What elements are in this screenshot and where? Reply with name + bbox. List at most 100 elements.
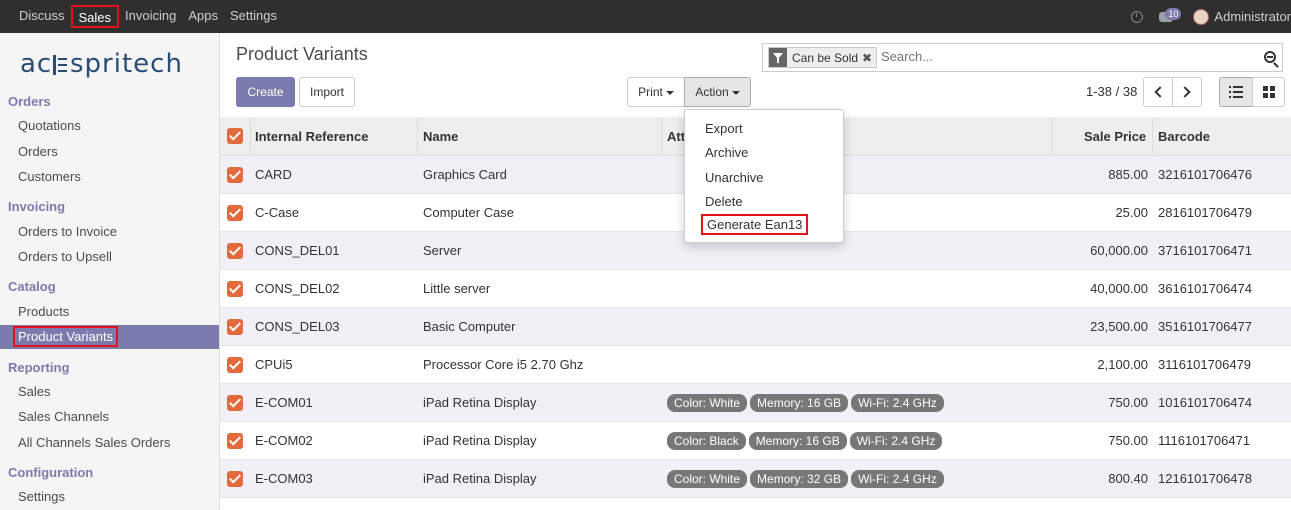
attribute-tag: Color: White [667, 470, 748, 488]
row-checkbox[interactable] [227, 205, 243, 221]
cell-sale-price: 23,500.00 [1090, 319, 1148, 334]
search-facet: Can be Sold ✖ [768, 47, 878, 68]
attribute-tag: Memory: 32 GB [750, 470, 849, 488]
menu-orders-to-upsell[interactable]: Orders to Upsell [18, 249, 112, 264]
create-button[interactable]: Create [236, 77, 295, 107]
column-name[interactable]: Name [423, 129, 458, 144]
row-checkbox[interactable] [227, 433, 243, 449]
attribute-tag: Color: White [667, 394, 748, 412]
cell-internal-reference: C-Case [255, 205, 300, 220]
top-navbar: Discuss Sales Invoicing Apps Settings 10… [0, 0, 1291, 33]
company-logo: ac spritech [20, 45, 200, 79]
table-row[interactable]: E-COM02 iPad Retina Display 750.00 11161017… [220, 422, 1291, 460]
facet-remove-icon[interactable]: ✖ [862, 51, 876, 65]
column-attributes[interactable]: Att [667, 129, 685, 144]
user-menu[interactable]: Administrator [1214, 9, 1291, 24]
attribute-tag: Wi-Fi: 2.4 GHz [851, 394, 944, 412]
cell-attributes: Color: Black Memory: 16 GB Wi-Fi: 2.4 GHz [667, 432, 945, 450]
menu-settings[interactable]: Settings [18, 489, 65, 504]
chat-icon[interactable]: 10 [1159, 7, 1182, 22]
chevron-right-icon [1179, 86, 1191, 98]
cell-barcode: 2816101706479 [1158, 205, 1252, 220]
cell-barcode: 3216101706476 [1158, 167, 1252, 182]
pager-next-button[interactable] [1172, 77, 1202, 107]
menu-orders-to-invoice[interactable]: Orders to Invoice [18, 224, 117, 239]
row-checkbox[interactable] [227, 167, 243, 183]
cell-name: Basic Computer [423, 319, 516, 334]
filter-icon [769, 48, 787, 67]
cell-name: Server [423, 243, 462, 258]
caret-down-icon [665, 90, 674, 95]
row-checkbox[interactable] [227, 357, 243, 373]
table-row[interactable]: CPUi5 Processor Core i5 2.70 Ghz 2,100.00 3… [220, 346, 1291, 384]
sidebar: ac spritech Orders Quotations Orders Cus… [0, 33, 220, 510]
action-delete[interactable]: Delete [705, 194, 743, 209]
list-view-button[interactable] [1219, 77, 1253, 107]
column-divider [250, 117, 251, 156]
menu-section-catalog: Catalog [8, 279, 56, 294]
action-unarchive[interactable]: Unarchive [705, 170, 764, 185]
cell-name: Graphics Card [423, 167, 507, 182]
action-generate-ean13[interactable]: Generate Ean13 [701, 214, 809, 235]
row-checkbox[interactable] [227, 471, 243, 487]
row-checkbox[interactable] [227, 319, 243, 335]
grid-icon [1262, 86, 1275, 98]
pager-previous-button[interactable] [1143, 77, 1173, 107]
attribute-tag: Color: Black [667, 432, 746, 450]
cell-name: iPad Retina Display [423, 433, 537, 448]
column-internal-reference[interactable]: Internal Reference [255, 129, 368, 144]
column-divider [1152, 117, 1153, 156]
cell-internal-reference: E-COM01 [255, 395, 313, 410]
cell-name: iPad Retina Display [423, 395, 537, 410]
pager-value[interactable]: 1-38 / 38 [1086, 84, 1137, 99]
search-icon[interactable] [1264, 51, 1276, 63]
menu-orders[interactable]: Orders [18, 144, 58, 159]
print-dropdown[interactable]: Print [627, 77, 685, 107]
menu-product-variants[interactable]: Product Variants [0, 325, 219, 349]
action-label: Action [695, 85, 729, 99]
import-button[interactable]: Import [299, 77, 355, 107]
avatar[interactable] [1193, 8, 1210, 25]
menu-products[interactable]: Products [18, 304, 69, 319]
attribute-tag: Wi-Fi: 2.4 GHz [849, 432, 943, 450]
search-input[interactable] [881, 49, 1251, 64]
nav-sales[interactable]: Sales [70, 5, 120, 28]
row-checkbox[interactable] [227, 281, 243, 297]
nav-apps[interactable]: Apps [182, 5, 224, 28]
action-archive[interactable]: Archive [705, 145, 748, 160]
table-row[interactable]: E-COM01 iPad Retina Display 750.00 10161017… [220, 384, 1291, 422]
cell-barcode: 1016101706474 [1158, 395, 1252, 410]
column-divider [1052, 117, 1053, 156]
table-row[interactable]: CONS_DEL02 Little server 40,000.00 36161017… [220, 270, 1291, 308]
table-row[interactable]: E-COM03 iPad Retina Display 800.40 12161017… [220, 460, 1291, 498]
attribute-tag: Wi-Fi: 2.4 GHz [851, 470, 944, 488]
chat-count-badge: 10 [1165, 7, 1182, 20]
clock-icon[interactable] [1131, 10, 1144, 23]
page-title: Product Variants [236, 44, 368, 64]
row-checkbox[interactable] [227, 395, 243, 411]
svg-text:spritech: spritech [70, 49, 183, 79]
action-dropdown[interactable]: Action [684, 77, 751, 107]
cell-sale-price: 885.00 [1108, 167, 1148, 182]
select-all-checkbox[interactable] [227, 128, 243, 144]
cell-sale-price: 2,100.00 [1097, 357, 1148, 372]
cell-internal-reference: CARD [255, 167, 292, 182]
menu-all-channels-sales-orders[interactable]: All Channels Sales Orders [18, 435, 170, 450]
column-barcode[interactable]: Barcode [1158, 129, 1210, 144]
table-row[interactable]: CONS_DEL03 Basic Computer 23,500.00 3516101… [220, 308, 1291, 346]
action-export[interactable]: Export [705, 121, 743, 136]
column-sale-price[interactable]: Sale Price [1084, 129, 1146, 144]
menu-sales-channels[interactable]: Sales Channels [18, 409, 109, 424]
row-checkbox[interactable] [227, 243, 243, 259]
list-icon [1229, 86, 1243, 98]
nav-invoicing[interactable]: Invoicing [119, 5, 182, 28]
nav-settings[interactable]: Settings [224, 5, 283, 28]
cell-internal-reference: CONS_DEL01 [255, 243, 340, 258]
nav-discuss[interactable]: Discuss [13, 5, 71, 28]
menu-reporting-sales[interactable]: Sales [18, 384, 51, 399]
attribute-tag: Memory: 16 GB [750, 394, 849, 412]
cell-internal-reference: E-COM02 [255, 433, 313, 448]
menu-customers[interactable]: Customers [18, 169, 81, 184]
menu-quotations[interactable]: Quotations [18, 118, 81, 133]
kanban-view-button[interactable] [1252, 77, 1285, 107]
